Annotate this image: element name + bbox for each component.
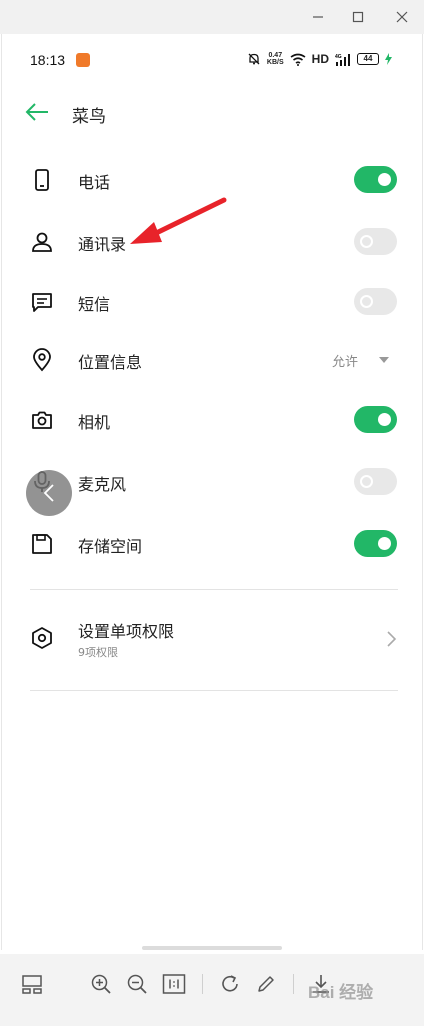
permission-label: 相机: [78, 413, 111, 432]
microphone-toggle[interactable]: [354, 468, 397, 495]
maximize-icon[interactable]: [346, 5, 370, 29]
signal-icon: 4G: [335, 53, 350, 66]
status-right: 0.47 KB/S HD 4G 44: [247, 52, 392, 66]
location-icon: [33, 348, 51, 372]
rotate-icon[interactable]: [217, 971, 243, 997]
battery-indicator: 44: [357, 53, 379, 65]
close-icon[interactable]: [390, 5, 414, 29]
storage-toggle[interactable]: [354, 530, 397, 557]
chevron-right-icon: [387, 631, 397, 647]
dropdown-arrow-icon[interactable]: [379, 357, 389, 363]
home-indicator: [142, 946, 282, 950]
svg-text:4G: 4G: [335, 54, 342, 60]
app-notification-icon: [76, 53, 90, 67]
divider: [30, 690, 398, 691]
page-title: 菜鸟: [72, 107, 106, 127]
contacts-toggle[interactable]: [354, 228, 397, 255]
wifi-icon: [290, 53, 306, 66]
viewer-toolbar: Bai 经验: [0, 954, 424, 1026]
zoom-out-icon[interactable]: [124, 971, 150, 997]
permission-label: 位置信息: [78, 353, 143, 372]
permission-label: 电话: [78, 173, 111, 192]
message-icon: [32, 293, 52, 312]
storage-icon: [32, 534, 52, 554]
location-permission-value[interactable]: 允许: [332, 351, 358, 370]
permission-row-sms[interactable]: 短信: [2, 282, 422, 322]
pencil-icon[interactable]: [253, 971, 279, 997]
permission-row-storage[interactable]: 存储空间: [2, 524, 422, 564]
camera-toggle[interactable]: [354, 406, 397, 433]
permission-label: 麦克风: [78, 475, 127, 494]
toggle-knob: [378, 413, 391, 426]
hexagon-settings-icon: [32, 627, 52, 649]
toolbar-separator: [293, 974, 294, 994]
floating-back-button[interactable]: [26, 470, 72, 516]
sms-toggle[interactable]: [354, 288, 397, 315]
toolbar-separator: [202, 974, 203, 994]
toggle-knob: [360, 235, 373, 248]
app-header: 菜鸟: [2, 98, 422, 128]
actual-size-icon[interactable]: [161, 971, 187, 997]
camera-icon: [32, 411, 52, 429]
annotation-arrow-icon: [130, 197, 227, 244]
net-speed-value: 0.47: [268, 52, 283, 59]
toggle-knob: [360, 475, 373, 488]
toggle-knob: [378, 173, 391, 186]
baidu-watermark: Bai 经验: [308, 983, 374, 1002]
net-speed-unit: KB/S: [266, 59, 284, 66]
permission-label: 短信: [78, 295, 111, 314]
phone-toggle[interactable]: [354, 166, 397, 193]
minimize-icon[interactable]: [306, 5, 330, 29]
phone-icon: [35, 169, 49, 191]
permission-label: 存储空间: [78, 537, 143, 556]
permission-label: 通讯录: [78, 235, 127, 254]
permission-row-location[interactable]: 位置信息 允许: [2, 340, 422, 380]
permission-row-camera[interactable]: 相机: [2, 400, 422, 440]
chevron-left-icon: [43, 484, 54, 502]
network-hd-label: HD: [311, 52, 329, 66]
net-speed: 0.47 KB/S: [267, 52, 284, 66]
status-bar: 18:13 0.47 KB/S HD 4G 44: [2, 52, 422, 72]
divider: [30, 589, 398, 590]
single-permission-settings[interactable]: 设置单项权限 9项权限: [2, 614, 422, 664]
contacts-icon: [32, 232, 52, 252]
single-permission-subtitle: 9项权限: [78, 646, 118, 659]
zoom-in-icon[interactable]: [88, 971, 114, 997]
toggle-knob: [360, 295, 373, 308]
window-title-bar: [0, 0, 424, 34]
toggle-knob: [378, 537, 391, 550]
back-arrow-icon[interactable]: [24, 102, 50, 122]
layout-icon[interactable]: [19, 971, 45, 997]
charging-icon: [385, 53, 392, 65]
single-permission-title: 设置单项权限: [78, 622, 175, 641]
status-time: 18:13: [30, 52, 66, 68]
mute-bell-icon: [248, 53, 260, 65]
